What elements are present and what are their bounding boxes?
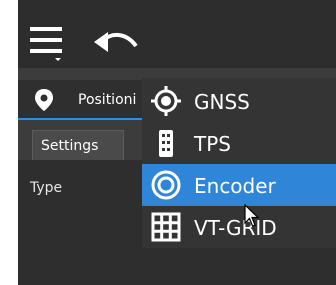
gnss-crosshair-icon [151,86,181,116]
menu-item-label: GNSS [194,90,250,114]
location-pin-icon [35,89,53,111]
mouse-cursor-icon [244,204,260,227]
top-toolbar [18,0,336,68]
menu-item-tps[interactable]: TPS [142,122,336,164]
tab-settings-label: Settings [41,138,99,154]
menu-item-label: Encoder [194,174,276,198]
menu-item-encoder[interactable]: Encoder [142,164,336,206]
undo-icon[interactable] [90,24,150,60]
type-label: Type [30,180,63,196]
tps-total-station-icon [159,130,173,157]
hamburger-menu-icon[interactable] [28,22,68,62]
menu-item-vt-grid[interactable]: VT-GRID [142,206,336,248]
type-dropdown-menu: GNSS TPS Encoder VT-GRID [142,78,336,248]
encoder-ring-icon [151,170,181,200]
menu-item-label: TPS [194,132,231,156]
menu-item-gnss[interactable]: GNSS [142,80,336,122]
menu-item-label: VT-GRID [194,216,277,240]
tab-positioning[interactable]: Positioni [18,80,158,120]
tab-settings[interactable]: Settings [32,130,124,160]
grid-icon [151,212,181,242]
